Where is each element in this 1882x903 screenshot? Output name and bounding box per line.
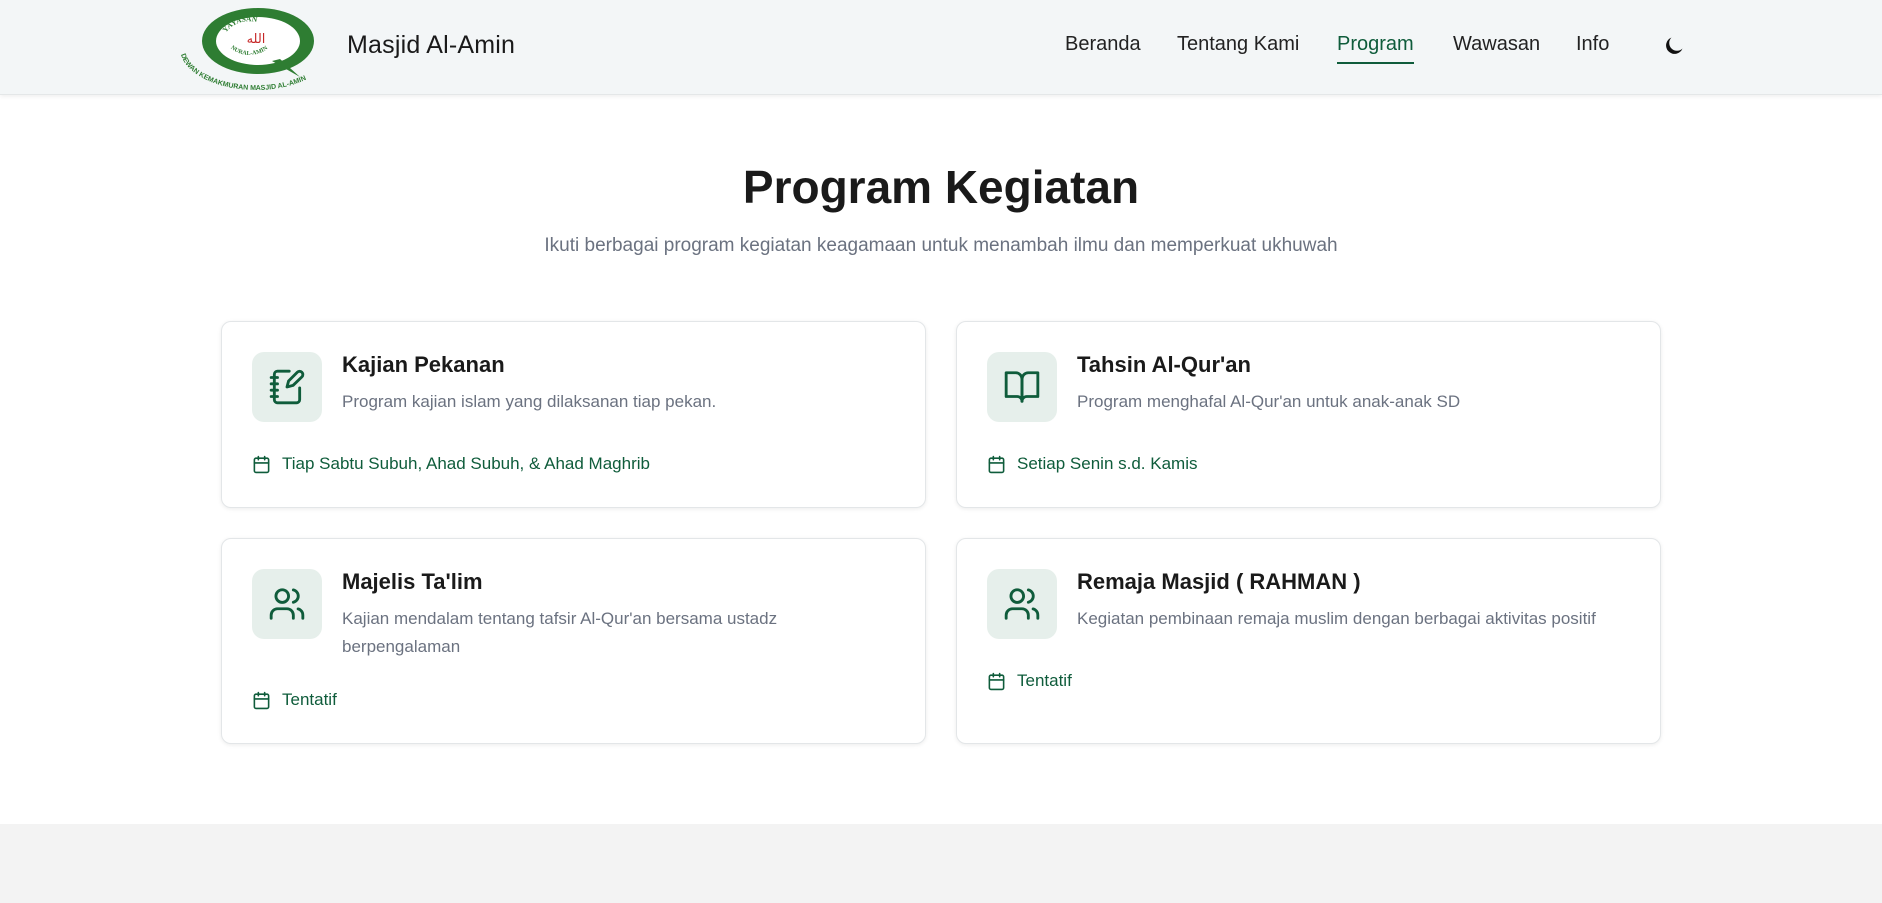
card-schedule-text: Tiap Sabtu Subuh, Ahad Subuh, & Ahad Mag… (282, 454, 650, 473)
card-title: Tahsin Al-Qur'an (1077, 352, 1251, 377)
site-header: الله YAYASAN NURAL-AMIN DEWAN KEMAKMURAN… (0, 0, 1882, 95)
card-schedule: Tiap Sabtu Subuh, Ahad Subuh, & Ahad Mag… (252, 454, 650, 474)
nav-wawasan[interactable]: Wawasan (1453, 33, 1540, 56)
nav-program[interactable]: Program (1337, 33, 1414, 64)
notebook-pen-icon (269, 369, 305, 405)
card-schedule: Setiap Senin s.d. Kamis (987, 454, 1197, 474)
card-icon-box (252, 569, 322, 639)
calendar-icon (253, 691, 270, 709)
card-schedule: Tentatif (252, 690, 337, 710)
card-title: Remaja Masjid ( RAHMAN ) (1077, 569, 1361, 594)
nav-info[interactable]: Info (1576, 33, 1609, 56)
card-description: Program menghafal Al-Qur'an untuk anak-a… (1077, 392, 1461, 411)
card-icon-box (987, 569, 1057, 639)
program-card-remaja-masjid[interactable]: Remaja Masjid ( RAHMAN ) Kegiatan pembin… (956, 538, 1661, 744)
footer-section (0, 824, 1882, 903)
program-card-majelis-talim[interactable]: Majelis Ta'lim Kajian mendalam tentang t… (221, 538, 926, 744)
users-icon (1004, 588, 1040, 620)
card-icon-box (987, 352, 1057, 422)
nav-beranda[interactable]: Beranda (1065, 33, 1141, 56)
calendar-icon (988, 672, 1005, 690)
nav-tentang-kami[interactable]: Tentang Kami (1177, 33, 1299, 56)
card-description: Program kajian islam yang dilaksanan tia… (342, 392, 717, 411)
calendar-icon (988, 455, 1005, 473)
main-nav: Beranda Tentang Kami Program Wawasan Inf… (0, 33, 1882, 69)
card-icon-box (252, 352, 322, 422)
program-card-kajian-pekanan[interactable]: Kajian Pekanan Program kajian islam yang… (221, 321, 926, 508)
card-description: Kegiatan pembinaan remaja muslim dengan … (1077, 609, 1596, 628)
page-subtitle: Ikuti berbagai program kegiatan keagamaa… (544, 235, 1338, 256)
card-title: Kajian Pekanan (342, 352, 505, 377)
open-book-icon (1004, 371, 1040, 403)
card-description: Kajian mendalam tentang tafsir Al-Qur'an… (342, 609, 778, 656)
card-schedule-text: Setiap Senin s.d. Kamis (1017, 454, 1198, 473)
card-title: Majelis Ta'lim (342, 569, 483, 594)
card-schedule-text: Tentatif (1017, 671, 1072, 690)
page-title: Program Kegiatan (742, 161, 1140, 213)
program-card-tahsin[interactable]: Tahsin Al-Qur'an Program menghafal Al-Qu… (956, 321, 1661, 508)
card-schedule-text: Tentatif (282, 690, 337, 709)
card-schedule: Tentatif (987, 671, 1072, 691)
calendar-icon (253, 455, 270, 473)
moon-icon[interactable] (1662, 34, 1686, 58)
users-icon (269, 588, 305, 620)
